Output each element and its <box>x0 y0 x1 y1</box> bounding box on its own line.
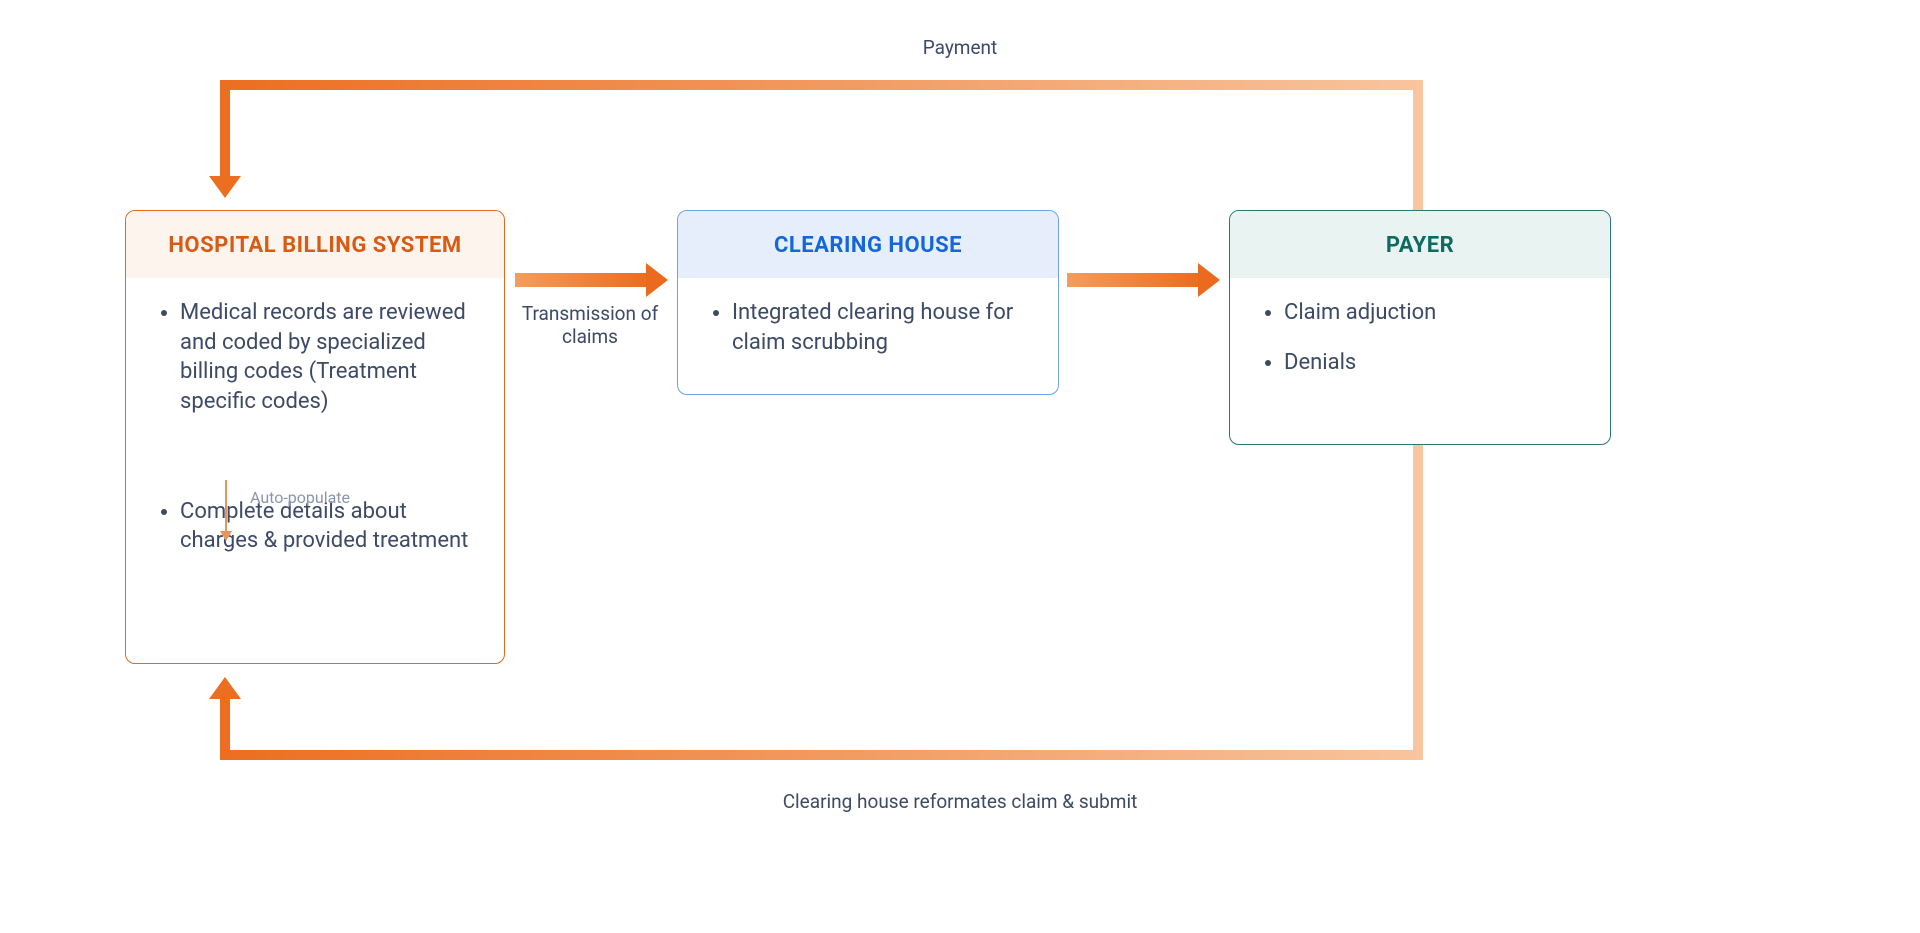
node-hospital-title: HOSPITAL BILLING SYSTEM <box>126 211 504 278</box>
edge-reformat-segment <box>1413 445 1423 760</box>
node-clearing-title: CLEARING HOUSE <box>678 211 1058 278</box>
node-payer-title: PAYER <box>1230 211 1610 278</box>
node-hospital-item: Medical records are reviewed and coded b… <box>180 298 476 417</box>
edge-to-payer-arrow <box>1067 273 1202 287</box>
edge-reformat-arrowhead <box>220 695 230 760</box>
diagram-canvas: Payment Transmission of claims Clearing … <box>0 0 1920 933</box>
edge-label-transmission: Transmission of claims <box>515 302 665 348</box>
node-payer-item: Claim adjuction <box>1284 298 1582 328</box>
edge-payment-segment <box>220 80 1423 90</box>
edge-transmission-arrow <box>515 273 650 287</box>
node-payer-item: Denials <box>1284 348 1582 378</box>
edge-payment-segment <box>1413 80 1423 210</box>
node-payer-body: Claim adjuction Denials <box>1230 278 1610 401</box>
edge-reformat-segment <box>220 750 1423 760</box>
edge-label-reformat: Clearing house reformates claim & submit <box>0 790 1920 813</box>
node-hospital-body: Medical records are reviewed and coded b… <box>126 278 504 580</box>
node-clearing-house: CLEARING HOUSE Integrated clearing house… <box>677 210 1059 395</box>
internal-autopopulate-label: Auto-populate <box>250 488 350 507</box>
node-hospital-billing-system: HOSPITAL BILLING SYSTEM Medical records … <box>125 210 505 664</box>
node-clearing-body: Integrated clearing house for claim scru… <box>678 278 1058 381</box>
internal-autopopulate-arrow <box>225 480 227 540</box>
edge-payment-arrowhead <box>220 80 230 180</box>
node-clearing-item: Integrated clearing house for claim scru… <box>732 298 1030 357</box>
node-payer: PAYER Claim adjuction Denials <box>1229 210 1611 445</box>
edge-label-payment: Payment <box>0 36 1920 59</box>
